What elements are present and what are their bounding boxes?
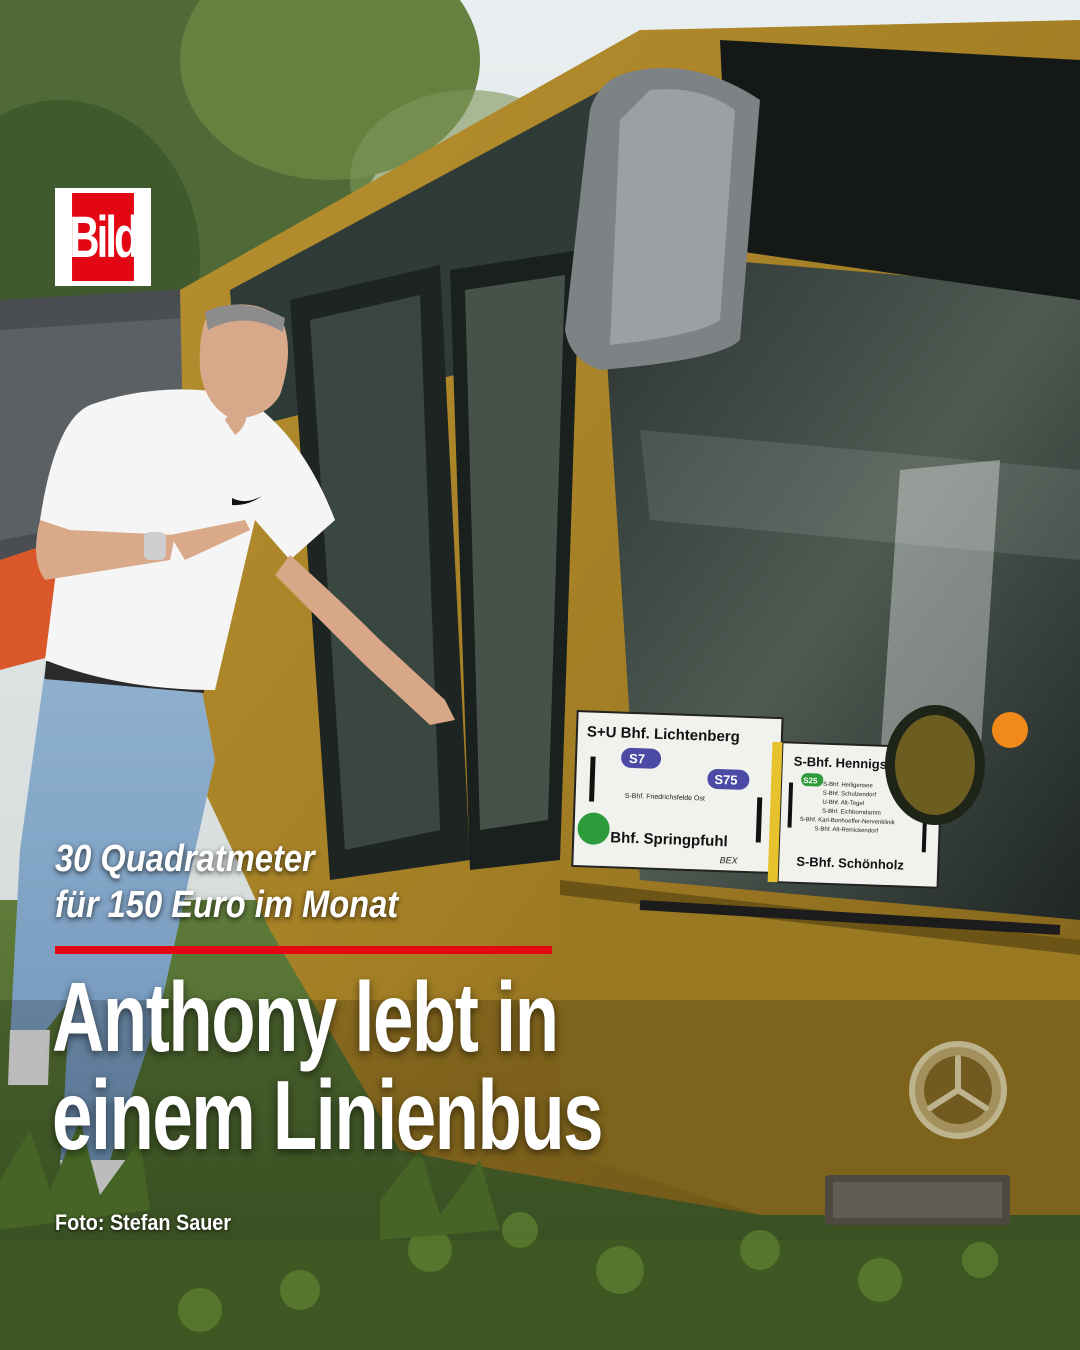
post-image: S+U Bhf. Lichtenberg S7 S75 S-Bhf. Fried… [0, 0, 1080, 1350]
sign-right-badge: S25 [803, 776, 818, 786]
headline: Anthony lebt in einem Linienbus [52, 968, 952, 1164]
bild-logo: Bild [55, 188, 151, 286]
bild-logo-text: Bild [69, 193, 140, 281]
photo-credit: Foto: Stefan Sauer [55, 1210, 232, 1235]
sign-left-badge1: S7 [629, 751, 645, 767]
subline-line-1: 30 Quadratmeter [55, 838, 315, 880]
sign-left-tag: BEX [719, 855, 738, 866]
subline-line-2: für 150 Euro im Monat [55, 884, 399, 926]
headline-line-2: einem Linienbus [52, 1060, 603, 1170]
headline-line-1: Anthony lebt in [52, 962, 559, 1072]
subline: 30 Quadratmeter für 150 Euro im Monat [55, 836, 695, 928]
red-divider [55, 946, 552, 954]
sign-left-badge2: S75 [714, 772, 738, 788]
